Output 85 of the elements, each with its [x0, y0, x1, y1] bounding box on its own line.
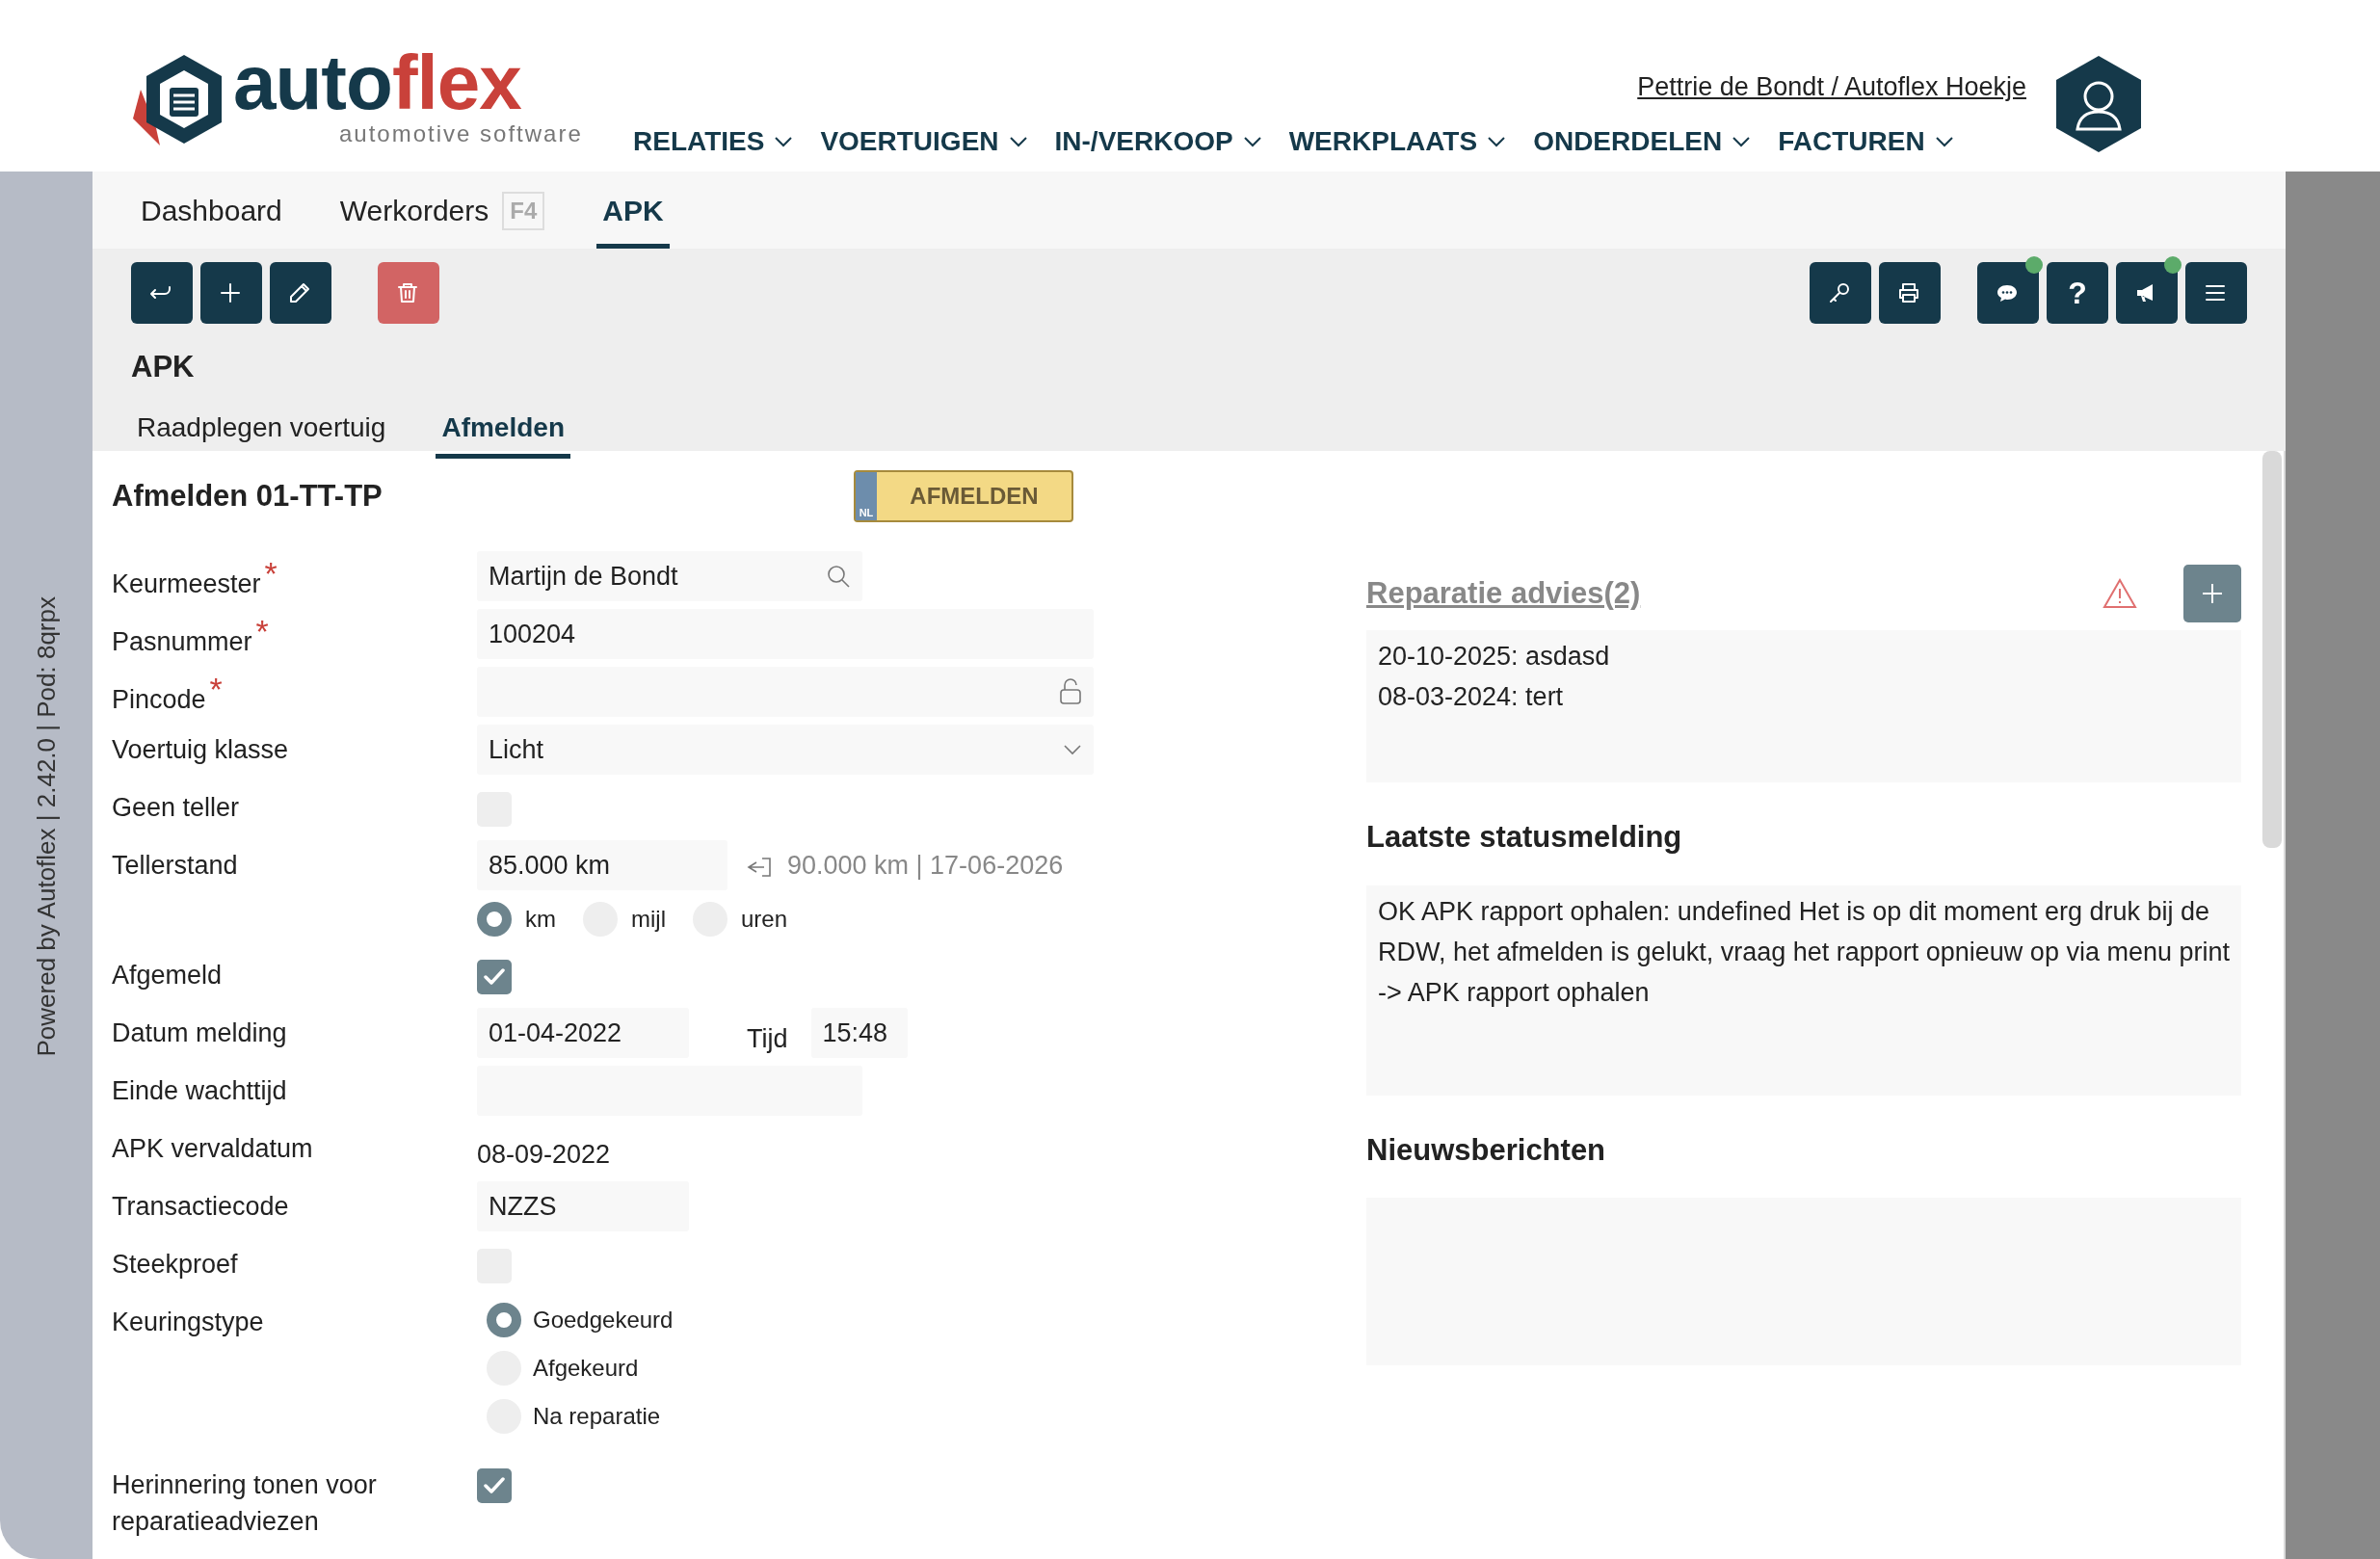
scrollbar[interactable]: [2262, 451, 2282, 848]
required-marker: *: [264, 555, 278, 592]
tab[interactable]: Dashboard: [135, 189, 288, 249]
nav-menu-item[interactable]: RELATIES: [633, 121, 794, 162]
key-button[interactable]: [1810, 262, 1871, 324]
announce-button[interactable]: [2116, 262, 2178, 324]
field-label: Steekproef: [112, 1250, 238, 1279]
field-label: Afgemeld: [112, 961, 223, 990]
radio-label: mijl: [631, 905, 666, 934]
field-label: Pincode: [112, 685, 206, 714]
date-field[interactable]: 01-04-2022: [477, 1008, 689, 1058]
section-heading: Nieuwsberichten: [1366, 1131, 1607, 1169]
warning-icon: [2102, 578, 2137, 609]
field-label: Keurmeester: [112, 569, 261, 598]
user-avatar-icon: [2054, 54, 2143, 154]
form-title: Afmelden 01-TT-TP: [112, 477, 383, 515]
password-field[interactable]: [477, 667, 1094, 717]
repair-entry: 20-10-2025: asdasd: [1378, 641, 1611, 673]
field-label: Voertuig klasse: [112, 735, 289, 764]
chevron-down-icon: [774, 136, 794, 147]
chat-button[interactable]: [1977, 262, 2039, 324]
radio-label: Na reparatie: [533, 1402, 661, 1431]
sub-tab[interactable]: Raadplegen voertuig: [131, 407, 392, 459]
field-label: Transactiecode: [112, 1192, 289, 1221]
user-link[interactable]: Pettrie de Bondt / Autoflex Hoekje: [1637, 67, 2026, 107]
radio-label: Goedgekeurd: [533, 1306, 674, 1334]
help-button[interactable]: ?: [2047, 262, 2108, 324]
field-label: Geen teller: [112, 793, 240, 822]
search-icon: [826, 564, 851, 589]
checkbox[interactable]: [477, 1468, 512, 1503]
odometer-hint: 90.000 km | 17-06-2026: [787, 849, 1064, 882]
page-title: APK: [131, 349, 196, 385]
chevron-down-icon: [1934, 136, 1954, 147]
nav-menu-item[interactable]: IN-/VERKOOP: [1054, 121, 1262, 162]
search-field[interactable]: Martijn de Bondt: [477, 551, 862, 601]
nav-menu-item[interactable]: FACTUREN: [1778, 121, 1954, 162]
add-button[interactable]: [200, 262, 262, 324]
radio-button[interactable]: [487, 1303, 521, 1337]
field-value: 08-09-2022: [477, 1139, 611, 1171]
chevron-down-icon: [1063, 744, 1082, 755]
input-field[interactable]: 85.000 km: [477, 840, 727, 890]
field-label: Tellerstand: [112, 851, 238, 880]
repair-entry: 08-03-2024: tert: [1378, 681, 1565, 713]
shortcut-key: F4: [502, 191, 545, 230]
radio-label: Afgekeurd: [533, 1354, 639, 1383]
nav-menu-item[interactable]: WERKPLAATS: [1288, 121, 1507, 162]
section-heading: Laatste statusmelding: [1366, 819, 1683, 856]
delete-button[interactable]: [378, 262, 439, 324]
checkmark-icon: [483, 967, 506, 987]
version-note: Powered by Autoflex | 2.42.0 | Pod: 8qrpx: [30, 596, 62, 1057]
plus-icon: [2201, 582, 2224, 605]
checkmark-icon: [483, 1476, 506, 1495]
required-marker: *: [255, 613, 269, 649]
chevron-down-icon: [1008, 136, 1028, 147]
chevron-down-icon: [1732, 136, 1752, 147]
chevron-down-icon: [1242, 136, 1262, 147]
nav-menu-item[interactable]: VOERTUIGEN: [820, 121, 1028, 162]
radio-label: uren: [741, 905, 788, 934]
print-button[interactable]: [1879, 262, 1941, 324]
field-label: Einde wachttijd: [112, 1076, 287, 1105]
input-field[interactable]: NZZS: [477, 1181, 689, 1231]
status-message: OK APK rapport ophalen: undefined Het is op dit moment erg druk bij de RDW, het afmelden is gelukt, vraag het rapport opnieuw op via menu print -> APK rapport ophalen: [1378, 895, 2230, 1009]
nav-menu-item[interactable]: ONDERDELEN: [1533, 121, 1752, 162]
radio-label: km: [525, 905, 556, 934]
tab[interactable]: Werkorders F4: [333, 189, 551, 249]
radio-button[interactable]: [477, 902, 512, 937]
field-label: APK vervaldatum: [112, 1134, 313, 1163]
plate-button[interactable]: NL AFMELDEN: [854, 470, 1073, 522]
checkbox[interactable]: [477, 960, 512, 994]
required-marker: *: [209, 671, 223, 707]
field-label: Datum melding: [112, 1018, 287, 1047]
repair-advice-link[interactable]: Reparatie advies(2): [1366, 570, 1641, 617]
sub-tab[interactable]: Afmelden: [436, 407, 570, 459]
edit-button[interactable]: [270, 262, 331, 324]
menu-button[interactable]: [2185, 262, 2247, 324]
padlock-icon: [1059, 678, 1082, 705]
field-label: Herinnering tonen voor reparatieadviezen: [112, 1470, 377, 1536]
select-field[interactable]: Licht: [477, 725, 1094, 775]
input-field[interactable]: 100204: [477, 609, 1094, 659]
time-field[interactable]: 15:48: [810, 1008, 908, 1058]
field-label: Keuringstype: [112, 1308, 264, 1336]
field-label: Pasnummer: [112, 627, 252, 656]
field-label: Tijd: [746, 1023, 789, 1055]
chevron-down-icon: [1487, 136, 1507, 147]
back-button[interactable]: [131, 262, 193, 324]
